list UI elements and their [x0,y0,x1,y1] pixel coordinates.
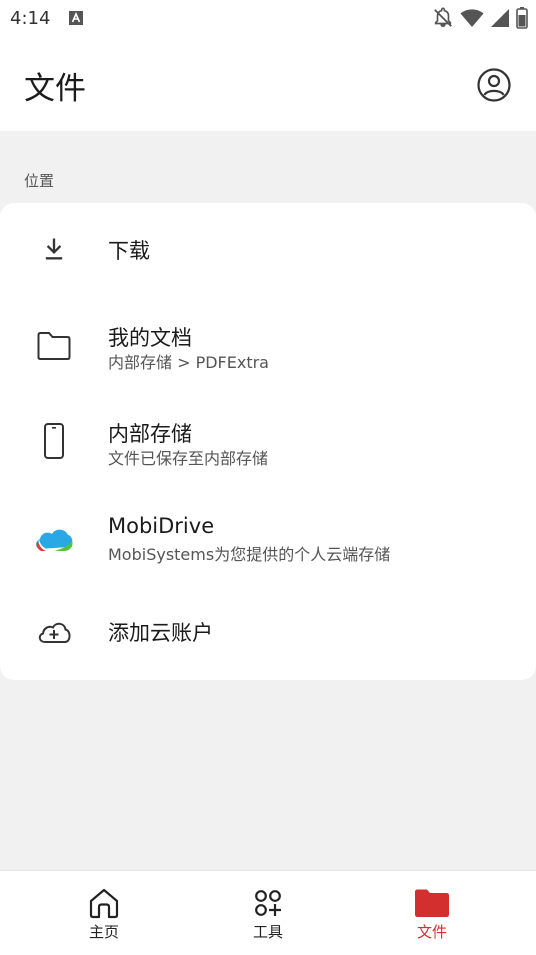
section-label-locations: 位置 [24,172,55,190]
page-title: 文件 [24,71,86,107]
location-title: MobiDrive [108,514,215,538]
location-item-add-cloud-account[interactable]: 添加云账户 [0,585,536,679]
status-time: 4:14 [10,8,51,29]
locations-card: 下载 我的文档 内部存储 > PDFExtra 内部存储 文件已保存至内部存储 [0,203,536,680]
app-bar: 文件 [0,36,536,131]
location-item-internal-storage[interactable]: 内部存储 文件已保存至内部存储 [0,393,536,489]
bottom-nav: 主页 工具 文件 [0,870,536,955]
battery-icon [516,7,528,29]
location-item-download[interactable]: 下载 [0,203,536,297]
nav-item-tools[interactable]: 工具 [208,871,328,955]
location-item-my-documents[interactable]: 我的文档 内部存储 > PDFExtra [0,297,536,393]
text-a-icon [69,11,83,25]
home-icon [84,885,124,921]
wifi-icon [460,9,484,27]
phone-icon [34,421,74,461]
nav-label: 文件 [416,923,447,941]
location-subtitle: 内部存储 > PDFExtra [108,353,269,372]
location-title: 我的文档 [108,326,192,350]
nav-item-home[interactable]: 主页 [44,871,164,955]
location-subtitle: 文件已保存至内部存储 [108,449,269,468]
account-circle-icon[interactable] [476,67,512,103]
location-title: 下载 [108,239,150,263]
location-title: 添加云账户 [108,621,213,645]
nav-label: 主页 [88,923,119,941]
mobidrive-logo-icon [32,519,76,559]
folder-filled-icon [412,885,452,921]
location-title: 内部存储 [108,422,192,446]
nav-label: 工具 [252,923,283,941]
folder-icon [34,326,74,366]
cloud-add-icon [34,612,74,652]
signal-icon [491,9,509,27]
download-icon [34,229,74,269]
status-bar: 4:14 [0,0,536,36]
nav-item-files[interactable]: 文件 [372,871,492,955]
location-item-mobidrive[interactable]: MobiDrive MobiSystems为您提供的个人云端存储 [0,489,536,585]
bell-off-icon [434,7,452,28]
tools-icon [248,885,288,921]
location-subtitle: MobiSystems为您提供的个人云端存储 [108,545,391,564]
status-icons [432,7,528,29]
